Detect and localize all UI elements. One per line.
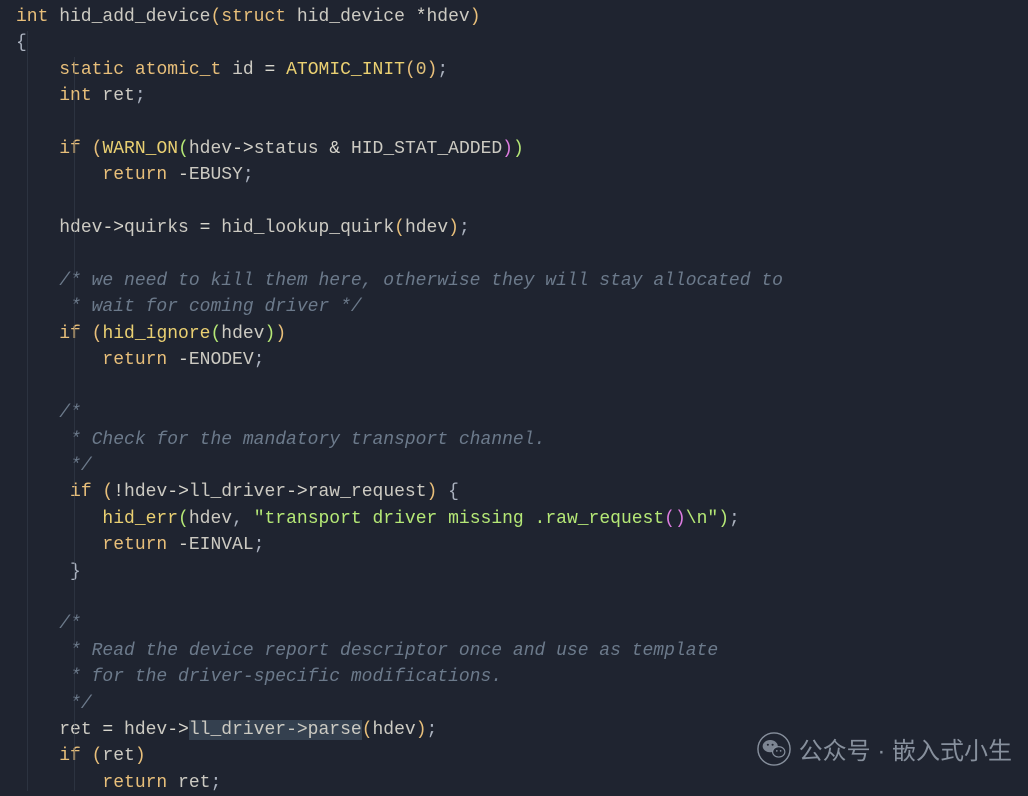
code-line: int ret; xyxy=(16,86,146,106)
wechat-icon xyxy=(757,732,791,772)
code-line: * wait for coming driver */ xyxy=(16,297,362,317)
code-line: if (WARN_ON(hdev->status & HID_STAT_ADDE… xyxy=(16,139,524,159)
code-line: if (hid_ignore(hdev)) xyxy=(16,324,286,344)
code-block: int hid_add_device(struct hid_device *hd… xyxy=(16,4,1028,796)
code-line: return -ENODEV; xyxy=(16,350,264,370)
code-line: { xyxy=(16,33,27,53)
code-line: return ret; xyxy=(16,773,221,793)
code-line: return -EBUSY; xyxy=(16,165,254,185)
code-line: if (ret) xyxy=(16,746,146,766)
code-line: * for the driver-specific modifications. xyxy=(16,667,502,687)
code-line: ret = hdev->ll_driver->parse(hdev); xyxy=(16,720,437,740)
code-line: static atomic_t id = ATOMIC_INIT(0); xyxy=(16,60,448,80)
watermark-text: 公众号 · 嵌入式小生 xyxy=(799,739,1012,765)
code-line: hdev->quirks = hid_lookup_quirk(hdev); xyxy=(16,218,470,238)
code-line: * Read the device report descriptor once… xyxy=(16,641,718,661)
code-line: } xyxy=(16,562,81,582)
code-line: * Check for the mandatory transport chan… xyxy=(16,430,545,450)
code-line: /* we need to kill them here, otherwise … xyxy=(16,271,783,291)
code-line: return -EINVAL; xyxy=(16,535,264,555)
code-line: /* xyxy=(16,403,81,423)
watermark: 公众号 · 嵌入式小生 xyxy=(757,732,1012,772)
code-line: int hid_add_device(struct hid_device *hd… xyxy=(16,7,481,27)
code-line: hid_err(hdev, "transport driver missing … xyxy=(16,509,740,529)
code-line: if (!hdev->ll_driver->raw_request) { xyxy=(16,482,459,502)
code-line: /* xyxy=(16,614,81,634)
